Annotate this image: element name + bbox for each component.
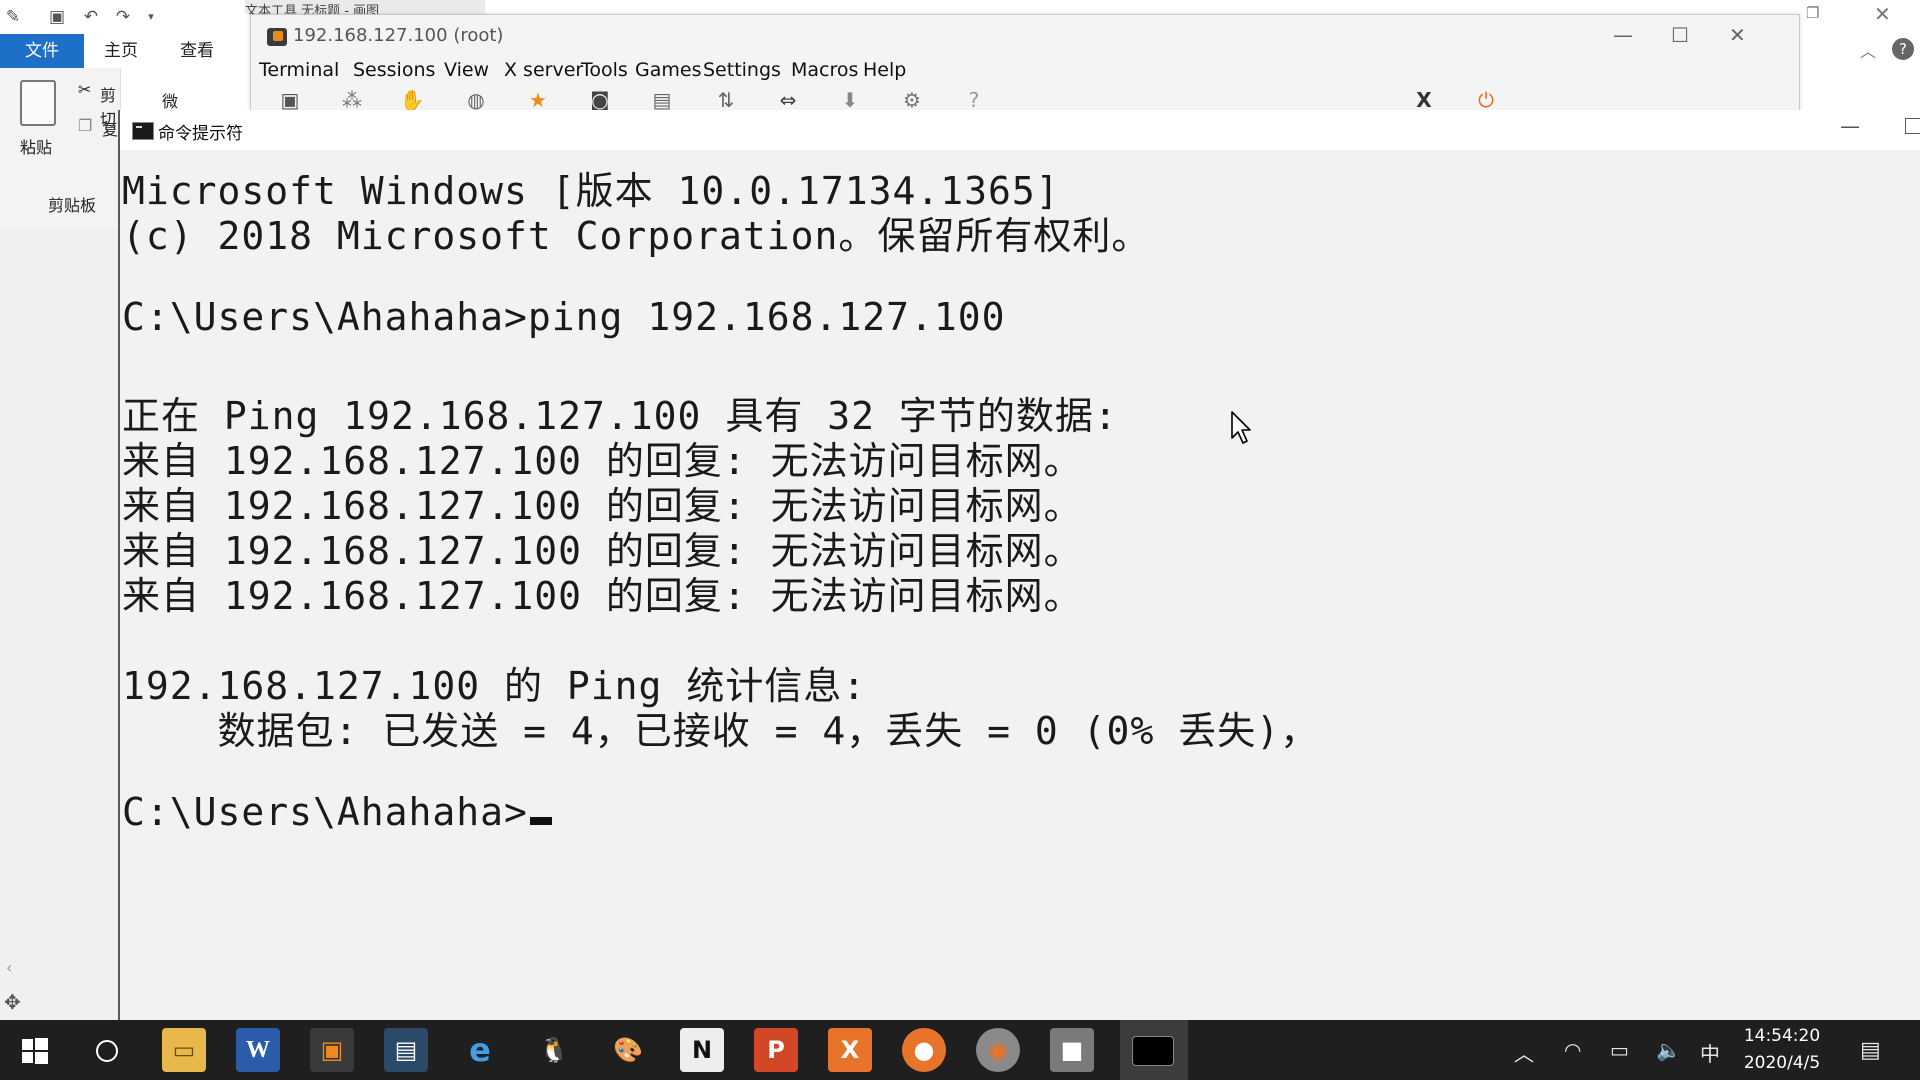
windows-start-icon[interactable]: [22, 1038, 48, 1064]
split-icon[interactable]: ▤: [649, 89, 675, 111]
taskbar-remote-desktop[interactable]: ▤: [384, 1028, 428, 1072]
menu-view[interactable]: View: [444, 59, 489, 81]
paint-canvas-side: ‹ ✥: [0, 228, 119, 1020]
taskbar-cmd[interactable]: [1132, 1036, 1174, 1066]
mobaxterm-titlebar[interactable]: 192.168.127.100 (root) — ☐ ✕: [251, 15, 1799, 57]
minimize-icon[interactable]: —: [1613, 23, 1633, 47]
xserver-icon[interactable]: X: [1411, 89, 1437, 111]
console-prompt-line[interactable]: C:\Users\Ahahaha>: [122, 790, 552, 834]
scissors-icon: ✂: [78, 80, 92, 99]
taskbar-internet-explorer[interactable]: e: [458, 1028, 502, 1072]
undo-icon[interactable]: ↶: [80, 6, 102, 28]
redo-icon[interactable]: ↷: [112, 6, 134, 28]
battery-icon[interactable]: ▭: [1610, 1038, 1629, 1062]
tab-file[interactable]: 文件: [0, 34, 84, 68]
search-cortana-icon[interactable]: [96, 1040, 118, 1062]
maximize-icon[interactable]: ☐: [1671, 23, 1689, 47]
menu-help[interactable]: Help: [863, 59, 906, 81]
mobaxterm-logo-icon: [267, 28, 287, 46]
session-icon[interactable]: ▣: [277, 89, 303, 111]
taskbar-paint[interactable]: 🎨: [606, 1028, 650, 1072]
close-icon[interactable]: ✕: [1729, 23, 1746, 47]
taskbar-xmind[interactable]: X: [828, 1028, 872, 1072]
cmd-window: 命令提示符 — Microsoft Windows [版本 10.0.17134…: [118, 110, 1920, 1020]
taskbar-word[interactable]: W: [236, 1028, 280, 1072]
paint-context-tabs: 文本工具 无标题 - 画图: [245, 0, 485, 14]
console-line: 来自 192.168.127.100 的回复: 无法访问目标网。: [122, 574, 1083, 618]
cmd-title: 命令提示符: [158, 124, 243, 144]
console-output[interactable]: Microsoft Windows [版本 10.0.17134.1365] (…: [122, 150, 1822, 1010]
tunneling-icon[interactable]: ⇔: [775, 89, 801, 111]
paint-restore-icon[interactable]: ❐: [1806, 4, 1819, 22]
ime-indicator[interactable]: 中: [1700, 1038, 1720, 1067]
favorites-star-icon[interactable]: ★: [525, 89, 551, 111]
clock-time[interactable]: 14:54:20: [1742, 1026, 1822, 1046]
mobaxterm-window: 192.168.127.100 (root) — ☐ ✕ Terminal Se…: [250, 14, 1800, 112]
tab-view[interactable]: 查看: [180, 34, 214, 68]
settings-gear-icon[interactable]: ⚙: [899, 89, 925, 111]
multiexec-icon[interactable]: ⇅: [713, 89, 739, 111]
taskbar: [0, 1020, 1920, 1080]
menu-tools[interactable]: Tools: [581, 59, 628, 81]
taskbar-chrome[interactable]: ◉: [976, 1028, 1020, 1072]
action-center-icon[interactable]: ▤: [1860, 1038, 1881, 1063]
user-icon[interactable]: ◙: [587, 89, 613, 111]
taskbar-qq[interactable]: 🐧: [532, 1028, 576, 1072]
console-prompt: C:\Users\Ahahaha>: [122, 790, 528, 834]
ribbon-collapse-icon[interactable]: ︿: [1860, 38, 1876, 62]
taskbar-onenote[interactable]: N: [680, 1028, 724, 1072]
cmd-minimize-icon[interactable]: —: [1840, 114, 1860, 138]
menu-games[interactable]: Games: [635, 59, 701, 81]
clipboard-group-label: 剪贴板: [48, 196, 97, 215]
exit-power-icon[interactable]: ⏻: [1473, 89, 1499, 111]
menu-x-server[interactable]: X server: [504, 59, 583, 81]
paint-ribbon: 粘贴 ✂ 剪切 ❐ 复 微软雅黑 剪贴板: [0, 68, 178, 228]
copy-button[interactable]: 复: [102, 116, 118, 140]
console-line: (c) 2018 Microsoft Corporation。保留所有权利。: [122, 214, 1151, 258]
customize-quick-access-icon[interactable]: ▾: [140, 6, 162, 28]
cmd-app-icon: [132, 122, 154, 140]
taskbar-powerpoint[interactable]: P: [754, 1028, 798, 1072]
scroll-left-icon[interactable]: ‹: [6, 958, 12, 977]
mobaxterm-title: 192.168.127.100 (root): [293, 25, 504, 46]
packages-icon[interactable]: ⬇: [837, 89, 863, 111]
taskbar-firefox[interactable]: ●: [902, 1028, 946, 1072]
taskbar-zoom[interactable]: ■: [1050, 1028, 1094, 1072]
console-line: C:\Users\Ahahaha>ping 192.168.127.100: [122, 295, 1006, 339]
move-handle-icon[interactable]: ✥: [4, 990, 21, 1014]
copy-icon: ❐: [78, 116, 93, 135]
taskbar-file-explorer[interactable]: ▭: [162, 1028, 206, 1072]
menu-macros[interactable]: Macros: [791, 59, 858, 81]
servers-icon[interactable]: ⁂: [339, 89, 365, 111]
paste-button-label[interactable]: 粘贴: [20, 134, 52, 158]
menu-terminal[interactable]: Terminal: [259, 59, 339, 81]
taskbar-mobaxterm[interactable]: ▣: [310, 1028, 354, 1072]
cmd-maximize-icon[interactable]: [1905, 118, 1920, 134]
volume-icon[interactable]: 🔈: [1656, 1038, 1681, 1062]
console-line: 数据包: 已发送 = 4，已接收 = 4，丢失 = 0 (0% 丢失)，: [122, 709, 1320, 753]
help-icon[interactable]: ?: [1892, 38, 1914, 60]
save-icon[interactable]: ▣: [46, 6, 68, 28]
paint-close-icon[interactable]: ✕: [1874, 2, 1891, 26]
mouse-pointer-icon: [1231, 411, 1251, 444]
network-wifi-icon[interactable]: ◠: [1564, 1038, 1581, 1062]
paint-app-icon: ✎: [5, 7, 21, 27]
cmd-titlebar[interactable]: 命令提示符 —: [120, 110, 1920, 150]
clock-date[interactable]: 2020/4/5: [1742, 1053, 1822, 1073]
menu-settings[interactable]: Settings: [703, 59, 781, 81]
text-cursor: [529, 817, 552, 825]
help-circle-icon[interactable]: ?: [961, 89, 987, 111]
paste-icon[interactable]: [20, 80, 56, 126]
tab-home[interactable]: 主页: [104, 34, 138, 68]
tools-icon[interactable]: ✋: [399, 89, 425, 111]
show-hidden-icons-chevron[interactable]: ︿: [1514, 1038, 1534, 1067]
menu-sessions[interactable]: Sessions: [353, 59, 435, 81]
games-icon[interactable]: ◍: [463, 89, 489, 111]
